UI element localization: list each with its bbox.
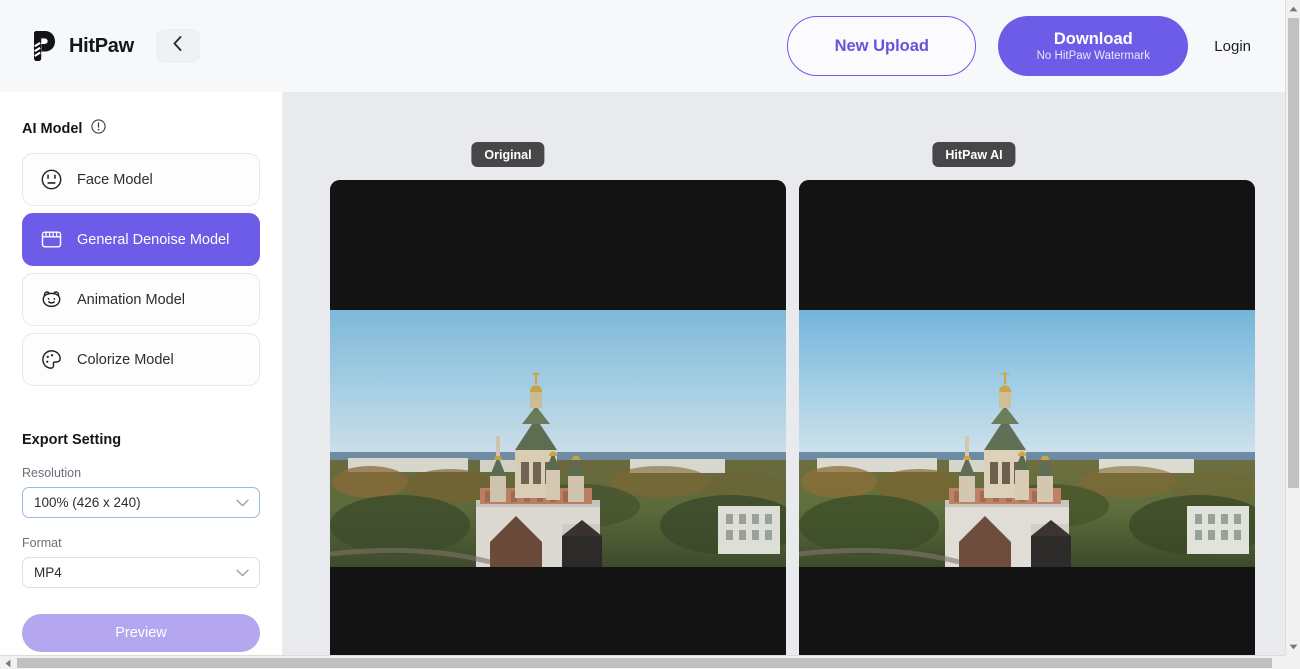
resolution-value: 100% (426 x 240) (34, 495, 141, 510)
download-main-label: Download (1054, 30, 1133, 49)
download-button[interactable]: Download No HitPaw Watermark (998, 16, 1188, 76)
format-value: MP4 (34, 565, 62, 580)
resolution-select[interactable]: 100% (426 x 240) (22, 487, 260, 518)
model-item-face[interactable]: Face Model (22, 153, 260, 206)
sidebar: AI Model (0, 92, 283, 655)
preview-button[interactable]: Preview (22, 614, 260, 652)
video-card-hitpaw-ai[interactable] (799, 180, 1255, 655)
header-actions: New Upload Download No HitPaw Watermark … (787, 16, 1255, 76)
login-link[interactable]: Login (1210, 32, 1255, 61)
scroll-up-arrow-icon[interactable] (1286, 0, 1300, 17)
face-icon (40, 168, 63, 191)
video-card-original[interactable] (330, 180, 786, 655)
new-upload-label: New Upload (835, 37, 929, 56)
letterbox-top (799, 180, 1255, 310)
scroll-down-arrow-icon[interactable] (1286, 638, 1300, 655)
video-frame-enhanced (799, 310, 1255, 567)
letterbox-top (330, 180, 786, 310)
brand-name: HitPaw (69, 35, 134, 58)
hitpaw-ai-badge: HitPaw AI (932, 142, 1015, 167)
comparison-labels: Original HitPaw AI (283, 142, 1285, 167)
letterbox-bottom (330, 567, 786, 655)
ai-model-heading: AI Model (22, 119, 260, 139)
back-button[interactable] (156, 29, 200, 63)
letterbox-bottom (799, 567, 1255, 655)
model-label: General Denoise Model (77, 232, 229, 248)
horizontal-scrollbar-thumb[interactable] (17, 658, 1272, 668)
model-label: Animation Model (77, 292, 185, 308)
model-item-colorize[interactable]: Colorize Model (22, 333, 260, 386)
chevron-left-icon (173, 36, 182, 56)
palette-icon (40, 348, 63, 371)
model-item-general-denoise[interactable]: General Denoise Model (22, 213, 260, 266)
chevron-down-icon (236, 494, 249, 512)
original-label: Original (484, 148, 531, 162)
preview-stage: Original HitPaw AI (283, 92, 1285, 655)
hitpaw-ai-label: HitPaw AI (945, 148, 1002, 162)
vertical-scrollbar-thumb[interactable] (1288, 18, 1299, 488)
ai-model-title: AI Model (22, 121, 82, 137)
hitpaw-paw-logo-icon (28, 30, 58, 62)
export-setting-title: Export Setting (22, 432, 260, 448)
app-root: HitPaw New Upload Download No HitPaw Wat… (0, 0, 1300, 669)
film-frame-icon (40, 228, 63, 251)
model-label: Colorize Model (77, 352, 174, 368)
bear-face-icon (40, 288, 63, 311)
resolution-label: Resolution (22, 466, 260, 480)
exclamation-circle-icon[interactable] (91, 119, 106, 139)
brand[interactable]: HitPaw (28, 30, 134, 62)
video-comparison (330, 180, 1255, 655)
app-header: HitPaw New Upload Download No HitPaw Wat… (0, 0, 1285, 92)
scroll-left-arrow-icon[interactable] (0, 656, 16, 669)
model-item-animation[interactable]: Animation Model (22, 273, 260, 326)
page-viewport: HitPaw New Upload Download No HitPaw Wat… (0, 0, 1285, 655)
format-label: Format (22, 536, 260, 550)
preview-label: Preview (115, 625, 167, 641)
video-frame-original (330, 310, 786, 567)
chevron-down-icon (236, 564, 249, 582)
format-select[interactable]: MP4 (22, 557, 260, 588)
horizontal-scrollbar[interactable] (0, 655, 1300, 669)
login-label: Login (1214, 38, 1251, 55)
ai-model-list: Face Model General Denoise Model (22, 153, 260, 386)
download-sub-label: No HitPaw Watermark (1037, 50, 1150, 62)
model-label: Face Model (77, 172, 153, 188)
vertical-scrollbar[interactable] (1285, 0, 1300, 655)
new-upload-button[interactable]: New Upload (787, 16, 976, 76)
scrollbar-corner (1285, 655, 1300, 669)
original-badge: Original (471, 142, 544, 167)
